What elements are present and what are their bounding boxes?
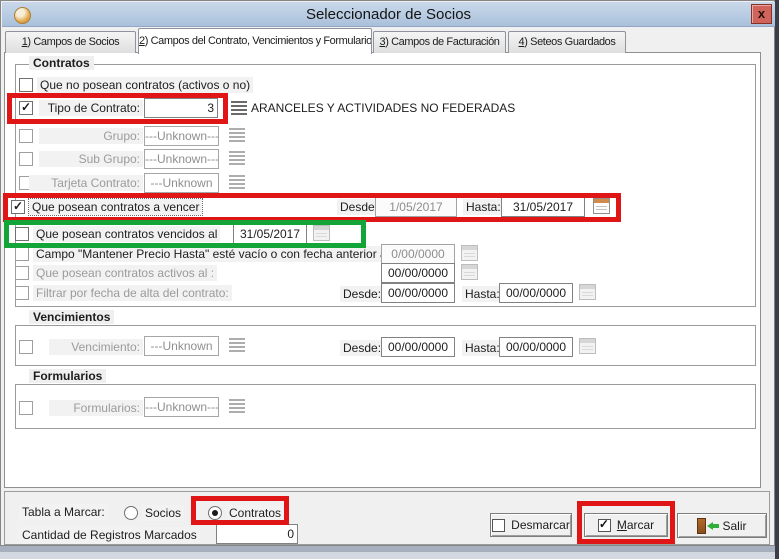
menu-icon-vencimiento[interactable] xyxy=(229,338,245,352)
label-contratos-vencidos: Que posean contratos vencidos al xyxy=(33,226,220,242)
tab-campos-del-contrato[interactable]: 2) Campos del Contrato, Vencimientos y F… xyxy=(138,28,372,54)
background-bottom-strip-light xyxy=(0,552,775,559)
label-contratos-activos: Que posean contratos activos al : xyxy=(33,265,217,281)
label-tipo-de-contrato: Tipo de Contrato: xyxy=(39,100,143,116)
calendar-icon-vencimiento[interactable] xyxy=(579,338,596,354)
checkbox-no-posean-contratos[interactable] xyxy=(19,78,33,92)
label-formularios: Formularios: xyxy=(49,400,143,416)
background-right-strip xyxy=(775,0,779,559)
label-contratos-a-vencer: Que posean contratos a vencer xyxy=(29,199,202,215)
input-hasta-vencimiento[interactable] xyxy=(499,337,573,357)
tab-campos-de-facturacion[interactable]: 3) Campos de Facturación xyxy=(373,31,506,53)
checked-box-icon xyxy=(598,519,611,532)
menu-icon-formularios[interactable] xyxy=(229,399,245,413)
checkbox-formularios[interactable] xyxy=(19,401,33,415)
app-icon xyxy=(14,7,31,24)
calendar-icon-contratos-activos[interactable] xyxy=(461,264,478,280)
input-contratos-activos[interactable] xyxy=(381,263,455,283)
checkbox-tipo-de-contrato[interactable] xyxy=(19,101,33,115)
label-mantener-precio: Campo "Mantener Precio Hasta" esté vacío… xyxy=(33,246,396,262)
unchecked-box-icon xyxy=(492,519,505,532)
dropdown-tarjeta-contrato[interactable]: ---Unknown xyxy=(144,173,219,193)
dropdown-sub-grupo[interactable]: ---Unknown--- xyxy=(144,149,219,169)
checkbox-mantener-precio[interactable] xyxy=(15,247,29,261)
label-filtrar-fecha-alta: Filtrar por fecha de alta del contrato: xyxy=(33,285,232,301)
label-cantidad-registros: Cantidad de Registros Marcados xyxy=(19,527,200,543)
menu-icon-tarjeta-contrato[interactable] xyxy=(229,175,245,189)
label-tabla-a-marcar: Tabla a Marcar: xyxy=(19,504,108,520)
label-tarjeta-contrato: Tarjeta Contrato: xyxy=(29,175,143,191)
menu-icon-sub-grupo[interactable] xyxy=(229,151,245,165)
label-grupo: Grupo: xyxy=(39,128,143,144)
dropdown-grupo[interactable]: ---Unknown--- xyxy=(144,126,219,146)
desmarcar-button[interactable]: Desmarcar xyxy=(490,513,572,537)
dropdown-formularios[interactable]: ---Unknown--- xyxy=(144,397,219,417)
checkbox-filtrar-fecha-alta[interactable] xyxy=(15,286,29,300)
calendar-icon-a-vencer[interactable] xyxy=(593,198,610,214)
window-title: Seleccionador de Socios xyxy=(2,2,775,27)
calendar-icon-fecha-alta[interactable] xyxy=(579,284,596,300)
label-hasta-vencimiento: Hasta: xyxy=(462,340,503,356)
input-contratos-vencidos[interactable] xyxy=(233,224,307,244)
label-desde-fecha-alta: Desde: xyxy=(340,286,384,302)
tab-seteos-guardados[interactable]: 4) Seteos Guardados xyxy=(508,31,626,53)
input-hasta-a-vencer[interactable] xyxy=(501,197,585,217)
checkbox-vencimiento[interactable] xyxy=(19,340,33,354)
input-desde-a-vencer[interactable] xyxy=(375,197,457,217)
checkbox-contratos-vencidos[interactable] xyxy=(15,227,29,241)
group-formularios-title: Formularios xyxy=(29,369,106,383)
tab-campos-de-socios[interactable]: 1) Campos de Socios xyxy=(5,31,136,53)
dialog-seleccionador-de-socios: Seleccionador de Socios x 1) Campos de S… xyxy=(0,0,775,546)
label-no-posean-contratos: Que no posean contratos (activos o no) xyxy=(37,77,253,93)
input-mantener-precio[interactable] xyxy=(381,244,455,264)
label-sub-grupo: Sub Grupo: xyxy=(39,151,143,167)
input-cantidad-registros[interactable] xyxy=(216,524,298,544)
label-hasta-a-vencer: Hasta: xyxy=(463,199,504,215)
exit-door-icon xyxy=(697,518,716,534)
close-icon[interactable]: x xyxy=(751,4,772,24)
group-contratos-title: Contratos xyxy=(29,56,94,70)
radio-socios[interactable] xyxy=(124,506,138,520)
group-vencimientos-title: Vencimientos xyxy=(29,310,114,324)
menu-icon-tipo-de-contrato[interactable] xyxy=(231,101,247,115)
input-desde-vencimiento[interactable] xyxy=(381,337,455,357)
checkbox-sub-grupo[interactable] xyxy=(19,152,33,166)
text-tipo-contrato-descripcion: ARANCELES Y ACTIVIDADES NO FEDERADAS xyxy=(251,101,515,115)
input-hasta-fecha-alta[interactable] xyxy=(499,283,573,303)
checkbox-grupo[interactable] xyxy=(19,129,33,143)
label-desde-vencimiento: Desde: xyxy=(340,340,384,356)
calendar-icon-mantener-precio[interactable] xyxy=(461,245,478,261)
radio-contratos[interactable] xyxy=(208,506,222,520)
calendar-icon-vencidos[interactable] xyxy=(313,225,330,241)
label-hasta-fecha-alta: Hasta: xyxy=(462,286,503,302)
label-radio-socios: Socios xyxy=(142,505,184,521)
salir-button[interactable]: Salir xyxy=(677,513,767,538)
marcar-button[interactable]: Marcar xyxy=(584,513,668,537)
input-desde-fecha-alta[interactable] xyxy=(381,283,455,303)
label-radio-contratos: Contratos xyxy=(226,505,284,521)
input-tipo-de-contrato[interactable] xyxy=(144,98,218,118)
title-bar[interactable]: Seleccionador de Socios xyxy=(2,2,775,27)
dropdown-vencimiento[interactable]: ---Unknown xyxy=(144,336,219,356)
checkbox-contratos-activos[interactable] xyxy=(15,266,29,280)
checkbox-contratos-a-vencer[interactable] xyxy=(11,200,25,214)
menu-icon-grupo[interactable] xyxy=(229,128,245,142)
label-vencimiento: Vencimiento: xyxy=(49,339,143,355)
